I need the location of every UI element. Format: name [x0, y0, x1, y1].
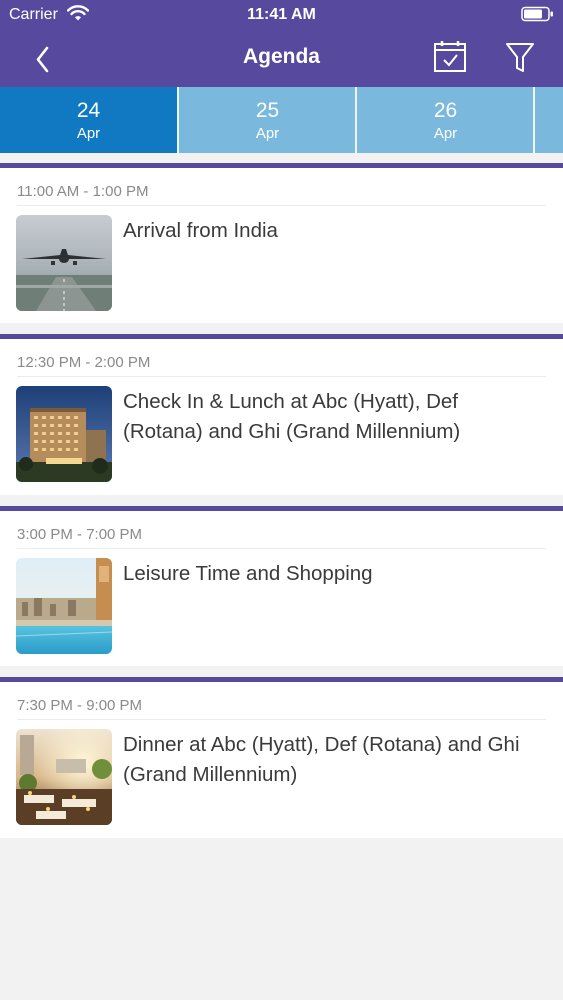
battery-icon — [521, 6, 553, 22]
nav-bar: Agenda — [0, 30, 563, 87]
date-month: Apr — [255, 125, 280, 142]
date-selector: 24 Apr 25 Apr 26 Apr — [0, 87, 563, 153]
event-card[interactable]: 3:00 PM - 7:00 PM Leisure Time and Shopp… — [0, 506, 563, 666]
date-day: 24 — [76, 99, 101, 122]
event-card[interactable]: 12:30 PM - 2:00 PM Check In & Lunch at A… — [0, 334, 563, 495]
hotel-building-photo — [16, 386, 112, 482]
airplane-landing-photo — [16, 215, 112, 311]
event-time: 12:30 PM - 2:00 PM — [17, 354, 151, 371]
date-tab-26[interactable]: 26 Apr — [357, 87, 534, 153]
event-card[interactable]: 7:30 PM - 9:00 PM Dinner at Abc (Hyatt),… — [0, 677, 563, 838]
date-month: Apr — [433, 125, 458, 142]
divider — [17, 376, 546, 377]
date-day: 25 — [255, 99, 280, 122]
event-time: 7:30 PM - 9:00 PM — [17, 697, 143, 714]
page-title: Agenda — [242, 45, 320, 68]
date-month: Apr — [76, 125, 101, 142]
divider — [17, 719, 546, 720]
calendar-button[interactable] — [430, 38, 470, 78]
rooftop-pool-photo — [16, 558, 112, 654]
event-title: Leisure Time and Shopping — [123, 562, 373, 585]
date-divider — [533, 87, 535, 153]
filter-icon — [506, 43, 534, 72]
divider — [17, 205, 546, 206]
event-title: Arrival from India — [123, 219, 278, 242]
event-time: 11:00 AM - 1:00 PM — [17, 183, 149, 200]
event-title: Dinner at Abc (Hyatt), Def (Rotana) and … — [123, 733, 520, 786]
event-title: Check In & Lunch at Abc (Hyatt), Def (Ro… — [123, 390, 461, 443]
divider — [17, 548, 546, 549]
filter-button[interactable] — [500, 38, 540, 78]
top-bar: Carrier 11:41 AM Agenda — [0, 0, 563, 87]
event-card[interactable]: 11:00 AM - 1:00 PM Arrival from India — [0, 163, 563, 323]
calendar-check-icon — [434, 41, 466, 72]
status-bar: Carrier 11:41 AM — [0, 0, 563, 30]
status-time: 11:41 AM — [247, 6, 316, 23]
event-time: 3:00 PM - 7:00 PM — [17, 526, 143, 543]
date-tab-24[interactable]: 24 Apr — [0, 87, 177, 153]
date-day: 26 — [433, 99, 458, 122]
outdoor-dinner-photo — [16, 729, 112, 825]
date-tab-25[interactable]: 25 Apr — [179, 87, 356, 153]
